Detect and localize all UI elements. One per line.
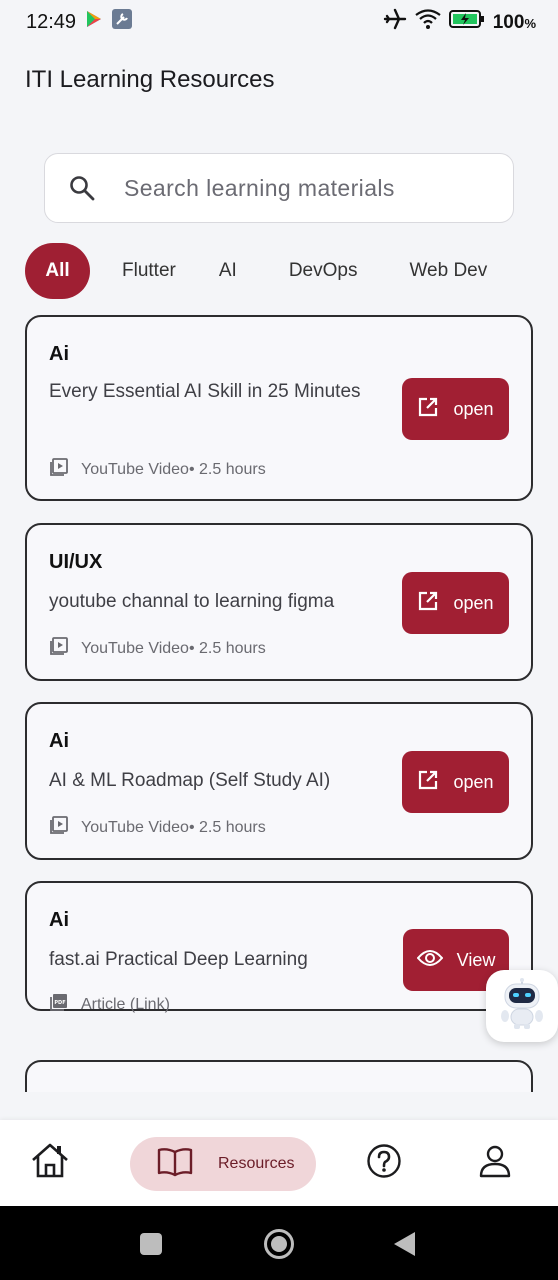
status-time: 12:49: [26, 10, 77, 33]
play-store-icon: [86, 10, 102, 34]
video-icon: [49, 457, 69, 482]
search-input[interactable]: Search learning materials: [44, 153, 514, 223]
filter-chips: All Flutter AI DevOps Web Dev: [25, 243, 487, 299]
chatbot-button[interactable]: [486, 970, 558, 1042]
battery-level: 100: [492, 11, 525, 33]
back-icon[interactable]: [394, 1232, 416, 1261]
resource-card[interactable]: [25, 1060, 533, 1092]
card-duration: • 2.5 hours: [188, 818, 266, 836]
book-icon: [156, 1147, 194, 1182]
status-bar: 12:49 100%: [0, 0, 558, 44]
card-type: Article (Link): [81, 995, 170, 1013]
wifi-icon: [415, 9, 441, 35]
filter-chip-devops[interactable]: DevOps: [289, 243, 358, 299]
profile-icon: [478, 1144, 512, 1183]
resource-list[interactable]: Ai Every Essential AI Skill in 25 Minute…: [0, 300, 558, 1092]
home-icon: [30, 1142, 70, 1185]
wrench-icon: [112, 9, 133, 35]
open-button-label: open: [453, 592, 494, 613]
open-button-label: open: [453, 771, 494, 792]
card-category: Ai: [49, 909, 69, 931]
battery-charging-icon: [448, 10, 485, 34]
card-title: AI & ML Roadmap (Self Study AI): [49, 770, 331, 791]
nav-help[interactable]: [363, 1120, 405, 1206]
external-link-icon: [417, 590, 439, 617]
card-title: youtube channal to learning figma: [49, 591, 335, 612]
airplane-mode-icon: [383, 8, 407, 36]
search-placeholder: Search learning materials: [124, 174, 395, 201]
card-category: Ai: [49, 343, 69, 365]
home-circle-icon[interactable]: [263, 1228, 295, 1265]
resource-card[interactable]: Ai fast.ai Practical Deep Learning PDF A…: [25, 881, 533, 1013]
view-button-label: View: [456, 949, 496, 970]
open-button[interactable]: open: [402, 572, 509, 634]
open-button[interactable]: open: [402, 751, 509, 813]
filter-chip-all[interactable]: All: [25, 243, 90, 299]
card-title: fast.ai Practical Deep Learning: [49, 949, 308, 970]
card-duration: • 2.5 hours: [188, 460, 266, 478]
recents-icon[interactable]: [140, 1233, 162, 1260]
filter-chip-ai[interactable]: AI: [219, 243, 237, 299]
card-title: Every Essential AI Skill in 25 Minutes: [49, 381, 361, 402]
open-button-label: open: [453, 398, 494, 419]
video-icon: [49, 636, 69, 661]
open-button[interactable]: open: [402, 378, 509, 440]
card-meta: PDF Article (Link): [49, 992, 170, 1017]
robot-icon: [499, 977, 545, 1035]
card-meta: YouTube Video• 2.5 hours: [49, 457, 266, 482]
card-meta: YouTube Video• 2.5 hours: [49, 636, 266, 661]
nav-home[interactable]: [26, 1120, 74, 1206]
eye-icon: [416, 949, 443, 972]
external-link-icon: [417, 396, 439, 423]
page-title: ITI Learning Resources: [25, 66, 275, 93]
card-type: YouTube Video: [81, 639, 189, 657]
card-type: YouTube Video: [81, 818, 189, 836]
resource-card[interactable]: Ai Every Essential AI Skill in 25 Minute…: [25, 315, 533, 501]
bottom-nav: Resources: [0, 1120, 558, 1206]
card-duration: • 2.5 hours: [188, 639, 266, 657]
card-category: UI/UX: [49, 551, 103, 573]
resource-card[interactable]: Ai AI & ML Roadmap (Self Study AI) YouTu…: [25, 702, 533, 860]
card-category: Ai: [49, 730, 69, 752]
system-nav-bar: [0, 1206, 558, 1280]
nav-resources-label: Resources: [218, 1155, 295, 1172]
video-icon: [49, 815, 69, 840]
filter-chip-web-dev[interactable]: Web Dev: [409, 243, 487, 299]
resource-card[interactable]: UI/UX youtube channal to learning figma …: [25, 523, 533, 681]
card-type: YouTube Video: [81, 460, 189, 478]
help-icon: [366, 1143, 402, 1184]
external-link-icon: [417, 769, 439, 796]
search-icon: [67, 173, 97, 203]
nav-resources[interactable]: Resources: [130, 1137, 316, 1191]
nav-profile[interactable]: [474, 1120, 516, 1206]
filter-chip-flutter[interactable]: Flutter: [122, 243, 176, 299]
card-meta: YouTube Video• 2.5 hours: [49, 815, 266, 840]
svg-text:PDF: PDF: [54, 1000, 65, 1006]
battery-unit: %: [524, 15, 536, 31]
pdf-icon: PDF: [49, 992, 69, 1017]
